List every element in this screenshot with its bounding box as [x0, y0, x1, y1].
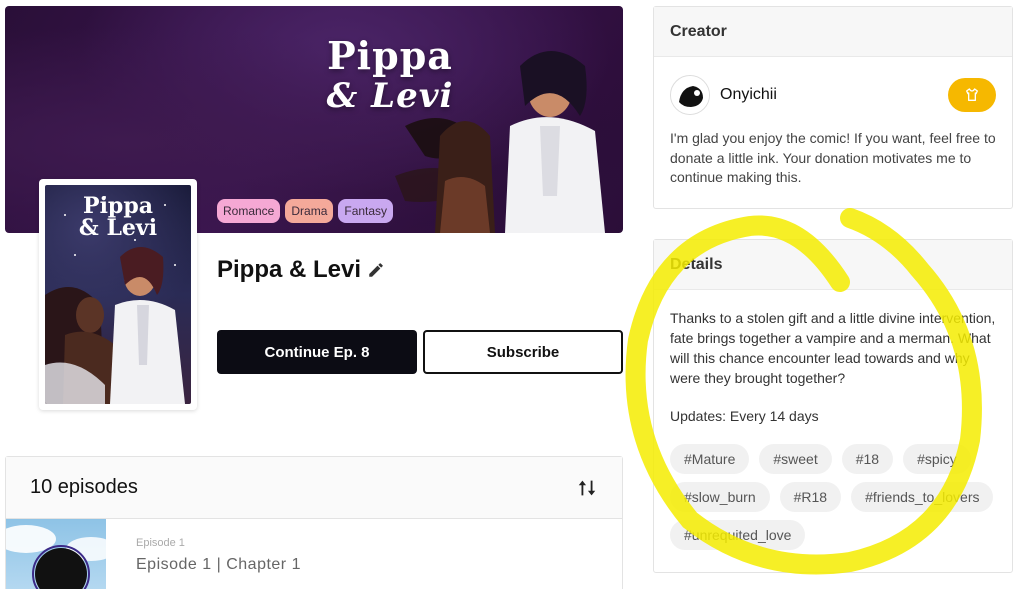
- creator-heading: Creator: [654, 7, 1012, 57]
- series-cover: Pippa & Levi: [39, 179, 197, 410]
- hashtag-list: #Mature #sweet #18 #spicy #slow_burn #R1…: [670, 444, 1000, 550]
- episode-number: Episode 1: [136, 537, 185, 549]
- episode-title[interactable]: Episode 1 | Chapter 1: [136, 556, 301, 574]
- genre-tag-romance[interactable]: Romance: [217, 199, 281, 223]
- genre-tag-fantasy[interactable]: Fantasy: [338, 199, 394, 223]
- update-schedule: Updates: Every 14 days: [670, 408, 819, 424]
- sort-arrows-icon[interactable]: [576, 477, 598, 499]
- tip-creator-button[interactable]: [948, 78, 996, 112]
- shirt-icon: [966, 88, 978, 101]
- details-card: Details Thanks to a stolen gift and a li…: [653, 239, 1013, 573]
- episodes-header: 10 episodes: [6, 457, 622, 519]
- subscribe-button[interactable]: Subscribe: [423, 330, 623, 374]
- avatar[interactable]: [670, 75, 710, 115]
- series-title: Pippa & Levi: [217, 256, 385, 284]
- genre-tag-drama[interactable]: Drama: [285, 199, 334, 223]
- hashtag-chip[interactable]: #R18: [779, 482, 842, 512]
- episodes-count: 10 episodes: [30, 476, 138, 498]
- hashtag-chip[interactable]: #spicy: [903, 444, 971, 474]
- episode-thumbnail: [6, 519, 106, 589]
- creator-card: Creator Onyichii I'm glad you enjoy the …: [653, 6, 1013, 209]
- creator-message: I'm glad you enjoy the comic! If you wan…: [670, 130, 996, 185]
- hashtag-chip[interactable]: #slow_burn: [670, 482, 770, 512]
- hashtag-chip[interactable]: #sweet: [759, 444, 832, 474]
- banner-logo: Pippa & Levi: [326, 33, 454, 117]
- hashtag-chip[interactable]: #friends_to_lovers: [851, 482, 994, 512]
- cover-logo: Pippa & Levi: [78, 193, 158, 241]
- series-title-text: Pippa & Levi: [217, 256, 362, 283]
- continue-reading-button[interactable]: Continue Ep. 8: [217, 330, 417, 374]
- episode-row[interactable]: Episode 1 Episode 1 | Chapter 1: [6, 519, 622, 589]
- hashtag-chip[interactable]: #unrequited_love: [670, 520, 806, 550]
- details-heading: Details: [654, 240, 1012, 290]
- series-description: Thanks to a stolen gift and a little div…: [670, 310, 996, 386]
- hashtag-chip[interactable]: #Mature: [670, 444, 750, 474]
- creator-name[interactable]: Onyichii: [720, 86, 948, 104]
- hashtag-chip[interactable]: #18: [841, 444, 894, 474]
- genre-tags: Romance Drama Fantasy: [217, 199, 394, 223]
- episodes-panel: 10 episodes Episode 1 Episode 1 | Chapte…: [5, 456, 623, 589]
- pencil-icon[interactable]: [367, 261, 385, 279]
